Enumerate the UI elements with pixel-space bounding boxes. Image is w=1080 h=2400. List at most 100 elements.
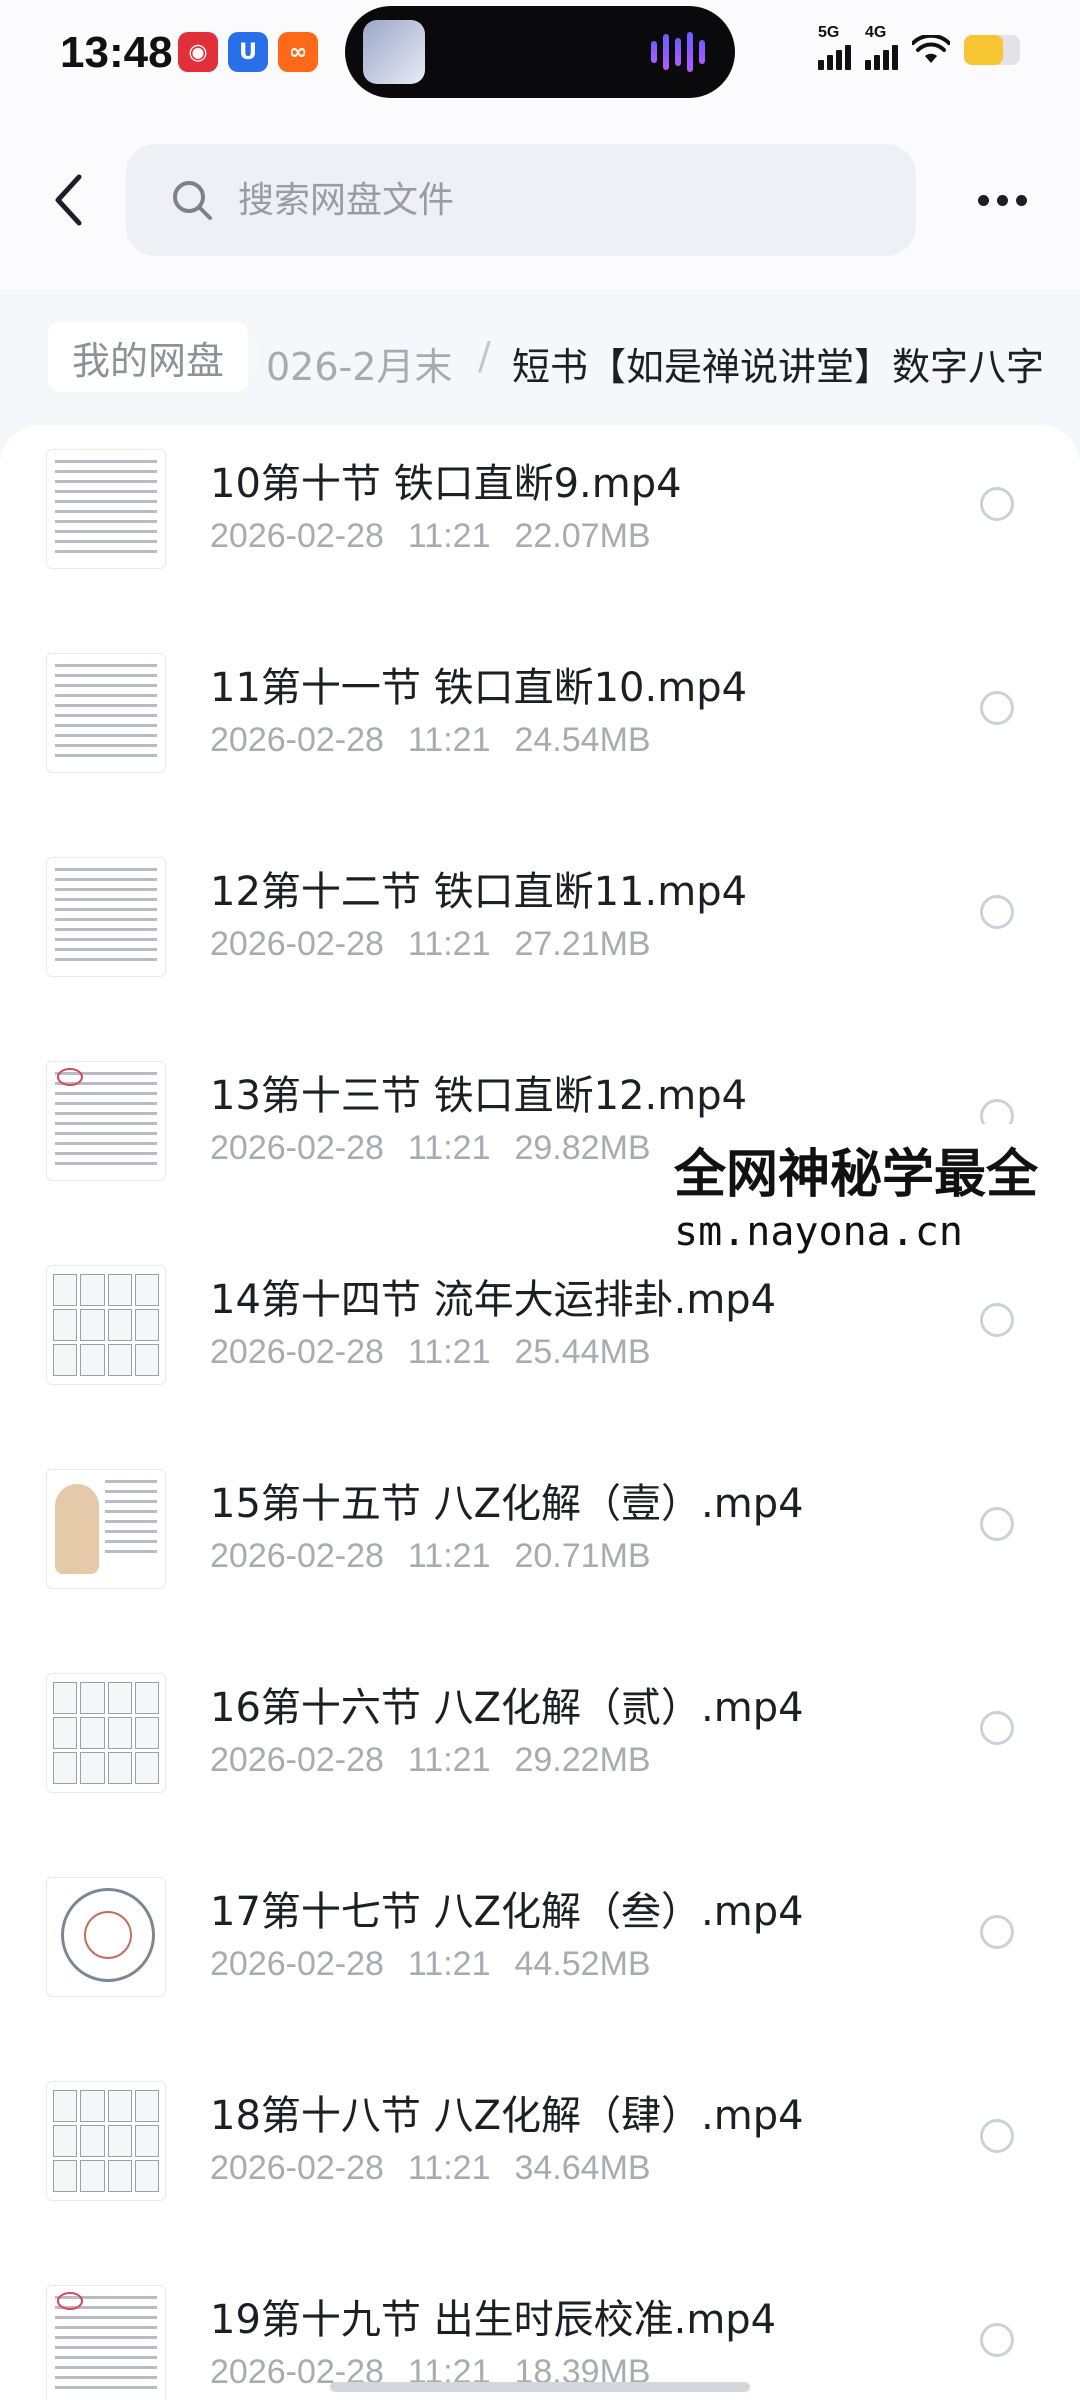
- search-box[interactable]: [126, 144, 916, 256]
- watermark-url: sm.nayona.cn: [674, 1209, 963, 1255]
- file-size: 22.07MB: [514, 517, 651, 555]
- file-name: 17第十七节 八Z化解（叁）.mp4: [210, 1889, 804, 1935]
- app-icon-red: ◉: [178, 32, 218, 72]
- file-name: 16第十六节 八Z化解（贰）.mp4: [210, 1685, 804, 1731]
- search-input[interactable]: [236, 178, 840, 222]
- breadcrumb-root[interactable]: 我的网盘: [48, 322, 249, 392]
- file-row[interactable]: 18第十八节 八Z化解（肆）.mp4 2026-02-28 11:21 34.64MB: [0, 2057, 1080, 2261]
- file-row[interactable]: 15第十五节 八Z化解（壹）.mp4 2026-02-28 11:21 20.71MB: [0, 1445, 1080, 1649]
- app-icon-blue-u: U: [228, 32, 268, 72]
- chevron-left-icon: [55, 174, 82, 226]
- back-button[interactable]: [40, 162, 96, 238]
- file-thumbnail: [46, 2285, 166, 2400]
- select-radio[interactable]: [980, 1507, 1014, 1541]
- file-row[interactable]: 17第十七节 八Z化解（叁）.mp4 2026-02-28 11:21 44.52MB: [0, 1853, 1080, 2057]
- file-time: 11:21: [407, 1333, 491, 1371]
- file-meta: 2026-02-28 11:21 25.44MB: [210, 1333, 675, 1372]
- file-date: 2026-02-28: [210, 1741, 384, 1779]
- file-time: 11:21: [407, 2149, 491, 2187]
- file-row[interactable]: 10第十节 铁口直断9.mp4 2026-02-28 11:21 22.07MB: [0, 425, 1080, 629]
- status-app-icons: ◉ U ∞: [178, 32, 318, 72]
- file-meta: 2026-02-28 11:21 29.22MB: [210, 1741, 675, 1780]
- file-name: 18第十八节 八Z化解（肆）.mp4: [210, 2093, 804, 2139]
- more-dot-icon: [1015, 194, 1027, 206]
- watermark-title: 全网神秘学最全: [674, 1145, 1039, 1205]
- file-size: 24.54MB: [514, 721, 651, 759]
- file-meta: 2026-02-28 11:21 22.07MB: [210, 517, 675, 556]
- file-date: 2026-02-28: [210, 1129, 384, 1167]
- file-time: 11:21: [407, 1129, 491, 1167]
- file-time: 11:21: [407, 1741, 491, 1779]
- search-icon: [170, 178, 214, 222]
- select-radio[interactable]: [980, 1915, 1014, 1949]
- battery-icon: [964, 35, 1020, 65]
- file-size: 20.71MB: [514, 1537, 651, 1575]
- file-thumbnail: [46, 1061, 166, 1181]
- file-date: 2026-02-28: [210, 517, 384, 555]
- app-icon-orange: ∞: [278, 32, 318, 72]
- status-bar: 13:48 ◉ U ∞ 5G 4G: [0, 0, 1080, 110]
- more-dot-icon: [977, 194, 989, 206]
- file-size: 29.82MB: [514, 1129, 651, 1167]
- file-size: 34.64MB: [514, 2149, 651, 2187]
- file-thumbnail: [46, 449, 166, 569]
- file-size: 44.52MB: [514, 1945, 651, 1983]
- file-name: 13第十三节 铁口直断12.mp4: [210, 1073, 748, 1119]
- now-playing-thumbnail: [363, 20, 425, 84]
- status-indicators: 5G 4G: [818, 24, 1020, 70]
- network-label-4g: 4G: [865, 24, 887, 41]
- file-thumbnail: [46, 1877, 166, 1997]
- file-thumbnail: [46, 1469, 166, 1589]
- wifi-icon: [912, 35, 950, 65]
- file-size: 27.21MB: [514, 925, 651, 963]
- select-radio[interactable]: [980, 1303, 1014, 1337]
- signal-4g-icon: 4G: [865, 24, 898, 70]
- breadcrumb-parent-folder[interactable]: 026-2月末: [266, 336, 452, 391]
- select-radio[interactable]: [980, 691, 1014, 725]
- more-options-button[interactable]: [962, 180, 1042, 220]
- file-meta: 2026-02-28 11:21 24.54MB: [210, 721, 675, 760]
- file-time: 11:21: [407, 721, 491, 759]
- select-radio[interactable]: [980, 487, 1014, 521]
- file-row[interactable]: 14第十四节 流年大运排卦.mp4 2026-02-28 11:21 25.44MB: [0, 1241, 1080, 1445]
- select-radio[interactable]: [980, 2119, 1014, 2153]
- select-radio[interactable]: [980, 895, 1014, 929]
- file-time: 11:21: [407, 1537, 491, 1575]
- file-name: 19第十九节 出生时辰校准.mp4: [210, 2297, 777, 2343]
- battery-fill: [964, 35, 1004, 65]
- file-date: 2026-02-28: [210, 721, 384, 759]
- file-row[interactable]: 16第十六节 八Z化解（贰）.mp4 2026-02-28 11:21 29.22MB: [0, 1649, 1080, 1853]
- select-radio[interactable]: [980, 1711, 1014, 1745]
- file-meta: 2026-02-28 11:21 44.52MB: [210, 1945, 675, 1984]
- signal-5g-icon: 5G: [818, 24, 851, 70]
- breadcrumb-current-folder: 短书【如是禅说讲堂】数字八字: [512, 345, 1045, 389]
- file-meta: 2026-02-28 11:21 34.64MB: [210, 2149, 675, 2188]
- file-size: 25.44MB: [514, 1333, 651, 1371]
- file-row[interactable]: 19第十九节 出生时辰校准.mp4 2026-02-28 11:21 18.39MB: [0, 2261, 1080, 2400]
- file-date: 2026-02-28: [210, 1333, 384, 1371]
- select-radio[interactable]: [980, 2323, 1014, 2357]
- file-thumbnail: [46, 1265, 166, 1385]
- dynamic-island[interactable]: [345, 6, 735, 98]
- breadcrumb: 026-2月末 我的网盘 / 短书【如是禅说讲堂】数字八字: [0, 290, 1080, 420]
- file-time: 11:21: [407, 517, 491, 555]
- file-name: 11第十一节 铁口直断10.mp4: [210, 665, 748, 711]
- more-dot-icon: [996, 194, 1008, 206]
- file-date: 2026-02-28: [210, 925, 384, 963]
- file-date: 2026-02-28: [210, 2149, 384, 2187]
- home-indicator[interactable]: [330, 2382, 750, 2392]
- watermark-overlay: 全网神秘学最全 sm.nayona.cn: [668, 1124, 1080, 1263]
- file-name: 15第十五节 八Z化解（壹）.mp4: [210, 1481, 804, 1527]
- breadcrumb-separator: /: [478, 334, 491, 378]
- file-meta: 2026-02-28 11:21 20.71MB: [210, 1537, 675, 1576]
- file-name: 12第十二节 铁口直断11.mp4: [210, 869, 748, 915]
- file-row[interactable]: 11第十一节 铁口直断10.mp4 2026-02-28 11:21 24.54MB: [0, 629, 1080, 833]
- file-thumbnail: [46, 1673, 166, 1793]
- top-bar: [0, 110, 1080, 290]
- file-row[interactable]: 12第十二节 铁口直断11.mp4 2026-02-28 11:21 27.21MB: [0, 833, 1080, 1037]
- file-thumbnail: [46, 653, 166, 773]
- file-meta: 2026-02-28 11:21 27.21MB: [210, 925, 675, 964]
- file-time: 11:21: [407, 1945, 491, 1983]
- audio-wave-icon: [651, 32, 705, 72]
- file-thumbnail: [46, 2081, 166, 2201]
